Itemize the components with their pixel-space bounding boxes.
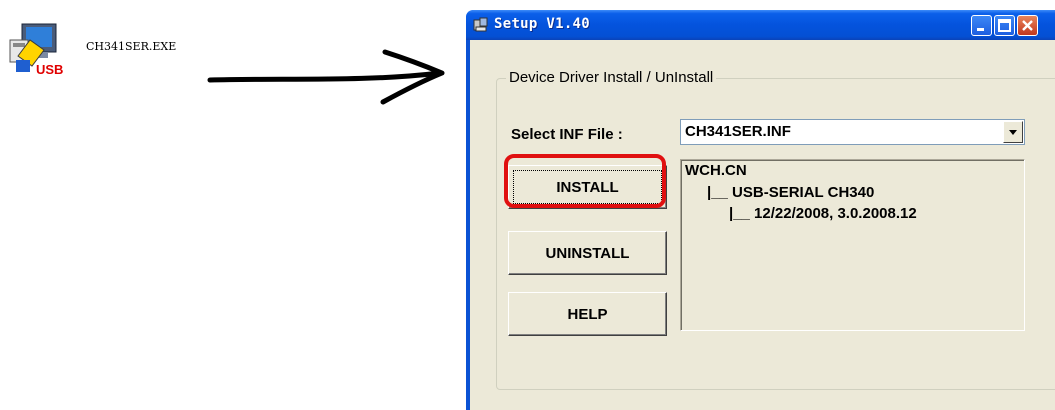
arrow-icon bbox=[207, 49, 445, 105]
close-button[interactable] bbox=[1017, 15, 1038, 36]
groupbox-title: Device Driver Install / UnInstall bbox=[506, 69, 717, 86]
info-line-device: |__ USB-SERIAL CH340 bbox=[707, 184, 875, 201]
chevron-down-icon[interactable] bbox=[1003, 121, 1023, 143]
uninstall-label: UNINSTALL bbox=[545, 244, 630, 262]
help-label: HELP bbox=[567, 305, 608, 323]
help-button[interactable]: HELP bbox=[508, 292, 667, 336]
driver-info-panel: WCH.CN |__ USB-SERIAL CH340 |__ 12/22/20… bbox=[680, 159, 1025, 331]
setup-window: Setup V1.40 Device Driver Install / UnIn… bbox=[466, 10, 1055, 410]
info-line-vendor: WCH.CN bbox=[685, 162, 747, 179]
inf-file-select[interactable]: CH341SER.INF bbox=[680, 119, 1025, 145]
minimize-button[interactable] bbox=[971, 15, 992, 36]
dialog-body: Device Driver Install / UnInstall Select… bbox=[470, 40, 1055, 410]
usb-badge: USB bbox=[36, 62, 64, 77]
inf-file-value: CH341SER.INF bbox=[685, 123, 791, 140]
title-bar[interactable]: Setup V1.40 bbox=[466, 10, 1055, 40]
select-inf-label: Select INF File : bbox=[511, 126, 623, 143]
minimize-icon bbox=[977, 28, 984, 31]
maximize-icon bbox=[998, 19, 1011, 32]
close-icon bbox=[1022, 20, 1033, 31]
window-title: Setup V1.40 bbox=[494, 16, 591, 32]
red-highlight-annotation bbox=[504, 154, 666, 208]
usb-setup-exe-icon[interactable]: USB bbox=[8, 22, 68, 80]
maximize-button[interactable] bbox=[994, 15, 1015, 36]
uninstall-button[interactable]: UNINSTALL bbox=[508, 231, 667, 275]
app-icon bbox=[473, 17, 488, 32]
file-label: CH341SER.EXE bbox=[86, 40, 177, 53]
info-line-version: |__ 12/22/2008, 3.0.2008.12 bbox=[729, 205, 917, 222]
